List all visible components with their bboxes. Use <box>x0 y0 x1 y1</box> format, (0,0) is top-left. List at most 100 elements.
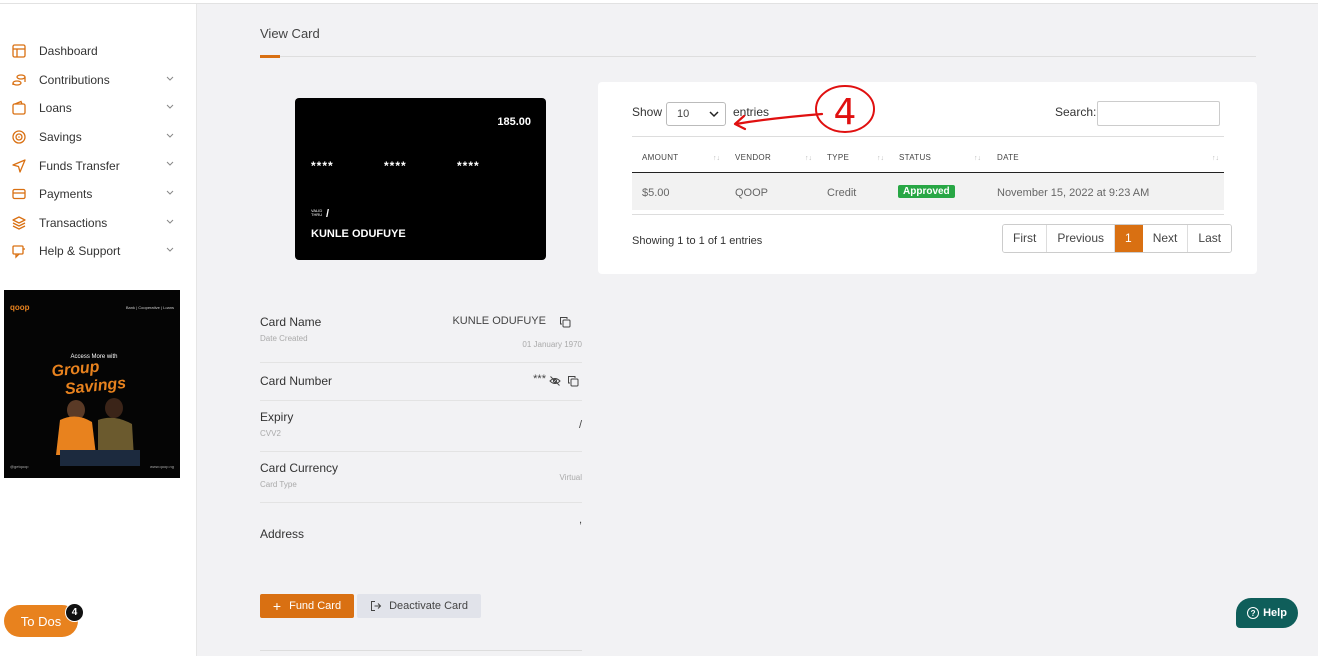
group-savings-promo-banner[interactable]: qoop Bank | Cooperative | Loans Access M… <box>4 290 180 478</box>
chevron-down-icon <box>166 190 174 195</box>
date-created-label: Date Created <box>260 334 308 343</box>
wallet-icon <box>12 101 26 116</box>
main-content: View Card 185.00 **** **** **** VALID TH… <box>197 4 1318 656</box>
sort-icon: ↑↓ <box>805 155 812 162</box>
sidebar-item-transactions[interactable]: Transactions <box>0 209 197 238</box>
page-title: View Card <box>260 26 320 41</box>
sidebar-item-label: Payments <box>39 187 93 202</box>
search-input[interactable] <box>1097 101 1220 126</box>
card-name-label: Card Name <box>260 315 322 329</box>
details-divider <box>260 400 582 401</box>
chevron-down-icon <box>166 133 174 138</box>
todos-count-badge: 4 <box>65 603 84 622</box>
cvv-label: CVV2 <box>260 429 281 438</box>
copy-icon[interactable] <box>567 375 579 387</box>
help-button[interactable]: ? Help <box>1236 598 1298 628</box>
chevron-down-icon <box>166 247 174 252</box>
promo-handle: @getqoop <box>10 464 29 469</box>
sidebar-item-label: Savings <box>39 130 82 145</box>
card-mask-group: **** <box>457 159 480 173</box>
cell-amount: $5.00 <box>642 187 670 199</box>
next-page-button[interactable]: Next <box>1142 225 1189 252</box>
previous-page-button[interactable]: Previous <box>1047 225 1116 252</box>
coins-icon <box>12 74 26 86</box>
sort-icon: ↑↓ <box>1212 155 1219 162</box>
sidebar-item-label: Funds Transfer <box>39 158 120 173</box>
card-number-label: Card Number <box>260 374 333 388</box>
card-type-label: Card Type <box>260 480 297 489</box>
chevron-down-icon <box>166 162 174 167</box>
card-name-value: KUNLE ODUFUYE <box>452 315 546 327</box>
card-type-value: Virtual <box>559 473 582 482</box>
show-label: Show <box>632 105 663 119</box>
send-icon <box>12 159 26 173</box>
column-header-amount[interactable]: AMOUNT <box>642 153 678 162</box>
layers-icon <box>12 216 26 230</box>
page-size-select[interactable]: 10 <box>666 102 726 126</box>
address-value: , <box>578 514 582 526</box>
card-mask-group: **** <box>384 159 407 173</box>
promo-tagline: Bank | Cooperative | Loans <box>126 305 174 310</box>
details-divider <box>260 362 582 363</box>
address-label: Address <box>260 527 305 541</box>
entries-label: entries <box>733 105 770 119</box>
chevron-down-icon <box>709 111 719 118</box>
column-header-date[interactable]: DATE <box>997 153 1019 162</box>
search-label: Search: <box>1055 105 1097 119</box>
first-page-button[interactable]: First <box>1003 225 1048 252</box>
eye-off-icon[interactable] <box>549 375 561 387</box>
title-divider <box>260 56 1256 57</box>
sort-icon: ↑↓ <box>974 155 981 162</box>
fund-card-button[interactable]: + Fund Card <box>260 594 354 618</box>
credit-card-icon <box>12 189 26 200</box>
sidebar-item-payments[interactable]: Payments <box>0 180 197 209</box>
transactions-panel: Show 10 entries Search: AMOUNT ↑↓ VENDOR… <box>598 82 1257 274</box>
column-header-status[interactable]: STATUS <box>899 153 931 162</box>
target-icon <box>12 130 26 144</box>
table-bottom-border <box>632 214 1224 215</box>
sidebar-nav: Dashboard Contributions Loans Savings Fu… <box>0 37 197 266</box>
status-badge: Approved <box>898 185 955 198</box>
chevron-down-icon <box>166 219 174 224</box>
promo-brand: qoop <box>10 303 30 312</box>
sidebar-item-dashboard[interactable]: Dashboard <box>0 37 197 66</box>
card-valid-thru-label: VALID THRU <box>311 208 323 217</box>
copy-icon[interactable] <box>559 316 571 328</box>
promo-website: www.qoop.ng <box>150 464 174 469</box>
logout-icon <box>371 601 382 611</box>
card-mask-group: **** <box>311 159 334 173</box>
column-header-vendor[interactable]: VENDOR <box>735 153 771 162</box>
sidebar-item-help-support[interactable]: Help & Support <box>0 237 197 266</box>
title-underline <box>260 55 280 58</box>
cell-type: Credit <box>827 187 857 199</box>
details-divider <box>260 502 582 503</box>
plus-icon: + <box>272 598 282 614</box>
table-top-border <box>632 136 1224 137</box>
chevron-down-icon <box>166 76 174 81</box>
sort-icon: ↑↓ <box>877 155 884 162</box>
pagination: First Previous 1 Next Last <box>1002 224 1233 253</box>
cell-date: November 15, 2022 at 9:23 AM <box>997 187 1150 199</box>
question-icon: ? <box>1247 607 1260 619</box>
sidebar-item-contributions[interactable]: Contributions <box>0 66 197 95</box>
deactivate-card-label: Deactivate Card <box>389 600 468 612</box>
sidebar-item-savings[interactable]: Savings <box>0 123 197 152</box>
deactivate-card-button[interactable]: Deactivate Card <box>357 594 481 618</box>
current-page-button[interactable]: 1 <box>1115 225 1143 252</box>
sidebar-item-label: Help & Support <box>39 244 121 259</box>
sidebar-item-label: Transactions <box>39 215 108 230</box>
card-holder-name: KUNLE ODUFUYE <box>311 228 406 240</box>
dashboard-icon <box>12 44 26 58</box>
promo-artwork: qoop Bank | Cooperative | Loans Access M… <box>4 290 180 478</box>
sidebar-item-label: Loans <box>39 101 72 116</box>
details-divider <box>260 451 582 452</box>
sidebar-item-loans[interactable]: Loans <box>0 94 197 123</box>
table-info: Showing 1 to 1 of 1 entries <box>632 235 763 247</box>
card-balance: 185.00 <box>497 116 531 128</box>
todos-label: To Dos <box>20 613 62 629</box>
card-number-value: *** <box>533 373 546 385</box>
column-header-type[interactable]: TYPE <box>827 153 849 162</box>
fund-card-label: Fund Card <box>289 600 342 612</box>
sidebar-item-funds-transfer[interactable]: Funds Transfer <box>0 151 197 180</box>
last-page-button[interactable]: Last <box>1188 225 1232 252</box>
